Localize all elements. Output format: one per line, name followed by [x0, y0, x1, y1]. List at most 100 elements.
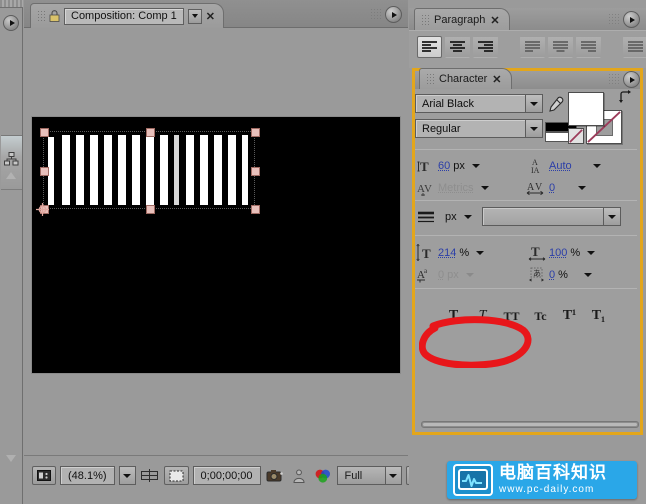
- tracking-value[interactable]: 0: [548, 182, 556, 194]
- align-right-icon: [477, 40, 494, 54]
- chevron-down-icon[interactable]: [481, 186, 489, 190]
- chevron-down-icon[interactable]: [584, 273, 592, 277]
- chevron-down-icon[interactable]: [464, 215, 472, 219]
- close-x-icon[interactable]: ✕: [206, 10, 215, 23]
- justify-all-button[interactable]: [623, 36, 646, 58]
- tsume-icon: あ: [526, 266, 548, 284]
- chevron-down-icon[interactable]: [466, 273, 474, 277]
- selection-handle[interactable]: [40, 167, 49, 176]
- close-x-icon[interactable]: ✕: [490, 14, 499, 27]
- font-family-select[interactable]: Arial Black: [415, 94, 543, 113]
- kerning-value[interactable]: Metrics: [437, 182, 474, 194]
- justify-all-icon: [627, 40, 644, 54]
- fill-color-swatch[interactable]: [568, 92, 604, 126]
- horizontal-scale-control[interactable]: T 100 %: [526, 242, 637, 263]
- align-center-button[interactable]: [445, 36, 470, 58]
- selection-handle[interactable]: [146, 205, 155, 214]
- chevron-down-icon[interactable]: [476, 251, 484, 255]
- chevron-down-icon[interactable]: [526, 94, 543, 113]
- chevron-down-icon[interactable]: [526, 119, 543, 138]
- justify-last-center-button[interactable]: [548, 36, 573, 58]
- current-timecode[interactable]: 0;00;00;00: [193, 466, 261, 485]
- baseline-shift-value[interactable]: 0: [437, 269, 445, 281]
- comp-flowchart-icon[interactable]: [4, 152, 19, 166]
- region-of-interest-icon[interactable]: [164, 466, 189, 485]
- faux-italic-button[interactable]: T: [474, 304, 492, 324]
- swap-fill-stroke-icon[interactable]: [619, 90, 632, 103]
- camera-snapshot-icon[interactable]: [265, 466, 285, 485]
- tsume-control[interactable]: あ 0 %: [526, 264, 637, 285]
- composition-panel-menu-button[interactable]: [385, 6, 402, 23]
- font-family-value[interactable]: Arial Black: [415, 94, 526, 113]
- magnification-dropdown-icon[interactable]: [119, 466, 136, 485]
- always-preview-icon[interactable]: [32, 466, 56, 485]
- section-divider: [415, 288, 637, 289]
- resolution-select[interactable]: Full: [337, 466, 402, 485]
- chevron-down-icon[interactable]: [578, 186, 586, 190]
- faux-bold-button[interactable]: T: [445, 304, 463, 324]
- paragraph-grip-dots-icon: [608, 13, 620, 25]
- watermark-badge: 电脑百科知识 www.pc-daily.com: [447, 461, 637, 499]
- scrollbar-thumb[interactable]: [423, 423, 637, 426]
- triangle-up-icon[interactable]: [6, 172, 16, 179]
- subscript-button[interactable]: T₁: [590, 304, 608, 324]
- align-left-icon: [421, 40, 438, 54]
- chevron-down-icon[interactable]: [188, 9, 202, 24]
- chevron-down-icon[interactable]: [604, 207, 621, 226]
- font-size-value[interactable]: 60: [437, 160, 451, 172]
- vertical-scale-value[interactable]: 214: [437, 247, 457, 259]
- selection-handle[interactable]: [146, 128, 155, 137]
- vertical-scale-control[interactable]: T 214 %: [415, 242, 526, 263]
- magnification-value[interactable]: (48.1%): [60, 466, 115, 485]
- align-left-button[interactable]: [417, 36, 442, 58]
- baseline-shift-control[interactable]: A a 0 px: [415, 264, 526, 285]
- selection-handle[interactable]: [251, 167, 260, 176]
- grid-and-guides-icon[interactable]: [140, 466, 160, 485]
- leading-value[interactable]: Auto: [548, 160, 573, 172]
- tracking-control[interactable]: A V 0: [526, 177, 637, 198]
- character-panel-menu-button[interactable]: [623, 71, 640, 88]
- show-channel-rgb-icon[interactable]: [313, 466, 333, 485]
- svg-text:A: A: [527, 182, 535, 193]
- font-style-select[interactable]: Regular: [415, 119, 543, 138]
- selection-handle[interactable]: [251, 128, 260, 137]
- kerning-control[interactable]: A V Metrics: [415, 177, 526, 198]
- left-rail-panel-menu-button[interactable]: [3, 15, 19, 31]
- stroke-order-select[interactable]: [482, 207, 621, 226]
- font-size-control[interactable]: T 60 px: [415, 155, 526, 176]
- composition-viewer[interactable]: [24, 29, 408, 455]
- kerning-icon: A V: [415, 179, 437, 197]
- character-panel-scrollbar[interactable]: [421, 421, 639, 428]
- no-color-icon[interactable]: [568, 128, 584, 144]
- selection-handle[interactable]: [40, 128, 49, 137]
- all-caps-button[interactable]: TT: [503, 304, 521, 324]
- rail-drag-grip[interactable]: [0, 0, 23, 8]
- close-x-icon[interactable]: ✕: [492, 73, 501, 86]
- leading-control[interactable]: A IA Auto: [526, 155, 637, 176]
- chevron-down-icon[interactable]: [472, 164, 480, 168]
- resolution-dropdown-icon[interactable]: [385, 466, 402, 485]
- justify-last-right-button[interactable]: [576, 36, 601, 58]
- triangle-down-icon[interactable]: [6, 455, 16, 462]
- tab-paragraph[interactable]: Paragraph ✕: [414, 8, 510, 31]
- selection-handle[interactable]: [251, 205, 260, 214]
- chevron-down-icon[interactable]: [587, 251, 595, 255]
- text-layer-preview[interactable]: [32, 117, 400, 373]
- paragraph-panel-menu-button[interactable]: [623, 11, 640, 28]
- font-style-value[interactable]: Regular: [415, 119, 526, 138]
- tab-composition-comp-1[interactable]: Composition: Comp 1 ✕: [30, 3, 224, 28]
- show-snapshot-icon[interactable]: [289, 466, 309, 485]
- lock-icon[interactable]: [49, 10, 60, 22]
- justify-last-left-button[interactable]: [520, 36, 545, 58]
- small-caps-button[interactable]: Tc: [532, 304, 550, 324]
- align-right-button[interactable]: [473, 36, 498, 58]
- tsume-value[interactable]: 0: [548, 269, 556, 281]
- composition-canvas[interactable]: [32, 117, 400, 373]
- horizontal-scale-value[interactable]: 100: [548, 247, 568, 259]
- superscript-button[interactable]: T¹: [561, 304, 579, 324]
- stroke-order-value[interactable]: [482, 207, 604, 226]
- eyedropper-icon[interactable]: [545, 95, 565, 117]
- chevron-down-icon[interactable]: [593, 164, 601, 168]
- tab-character[interactable]: Character ✕: [419, 68, 512, 89]
- anchor-point-icon[interactable]: [36, 203, 49, 216]
